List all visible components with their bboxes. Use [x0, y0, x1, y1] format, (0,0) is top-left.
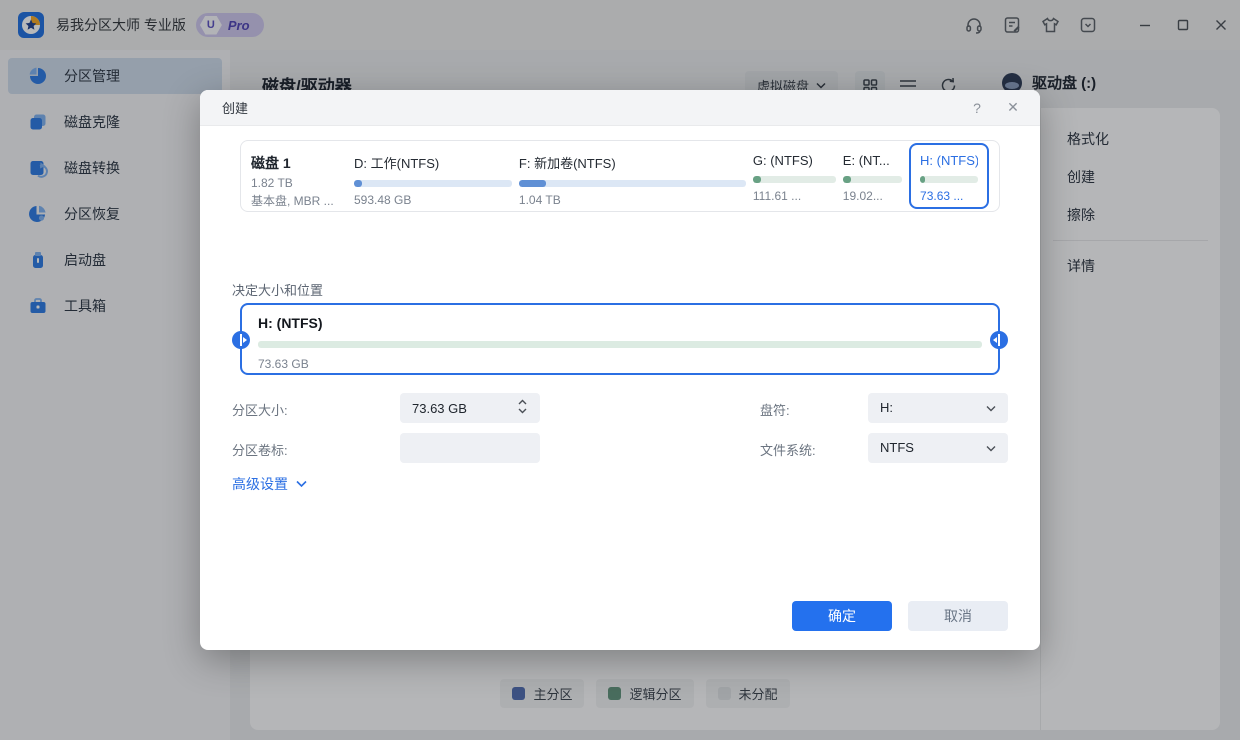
partition-f[interactable]: F: 新加卷(NTFS) 1.04 TB [519, 151, 746, 201]
chevron-down-icon [296, 480, 307, 488]
slider-track [258, 341, 982, 348]
slider-handle-right[interactable] [990, 331, 1008, 349]
size-slider: H: (NTFS) 73.63 GB [240, 303, 1000, 375]
disk-strip-panel: 磁盘 1 1.82 TB 基本盘, MBR ... D: 工作(NTFS) 59… [240, 140, 1000, 212]
drive-letter-label: 盘符: [760, 400, 790, 419]
partition-d[interactable]: D: 工作(NTFS) 593.48 GB [354, 151, 512, 201]
ok-button[interactable]: 确定 [792, 601, 892, 631]
partition-e[interactable]: E: (NT... 19.02... [843, 151, 902, 201]
cancel-button[interactable]: 取消 [908, 601, 1008, 631]
usage-bar [843, 176, 902, 183]
size-stepper[interactable] [518, 399, 527, 414]
usage-bar [354, 180, 512, 187]
size-position-label: 决定大小和位置 [232, 280, 323, 299]
dialog-header: 创建 ? ✕ [200, 90, 1040, 126]
usage-bar [753, 176, 836, 183]
usage-bar [920, 176, 978, 183]
filesystem-label: 文件系统: [760, 440, 816, 459]
help-button[interactable]: ? [966, 97, 988, 119]
dialog-title: 创建 [222, 98, 248, 117]
slider-handle-left[interactable] [232, 331, 250, 349]
dialog-close-button[interactable]: ✕ [1002, 97, 1024, 119]
advanced-settings-link[interactable]: 高级设置 [232, 474, 307, 494]
volume-label-input[interactable] [400, 433, 540, 463]
stepper-up-icon[interactable] [518, 399, 527, 405]
chevron-down-icon [986, 445, 996, 452]
stepper-down-icon[interactable] [518, 408, 527, 414]
partition-g[interactable]: G: (NTFS) 111.61 ... [753, 151, 836, 201]
partition-h-selected[interactable]: H: (NTFS) 73.63 ... [909, 143, 989, 209]
create-dialog: 创建 ? ✕ 磁盘 1 1.82 TB 基本盘, MBR ... D: 工作(N… [200, 90, 1040, 650]
usage-bar [519, 180, 746, 187]
disk-info: 磁盘 1 1.82 TB 基本盘, MBR ... [251, 151, 347, 201]
partition-size-label: 分区大小: [232, 400, 288, 419]
volume-label-label: 分区卷标: [232, 440, 288, 459]
chevron-down-icon [986, 405, 996, 412]
